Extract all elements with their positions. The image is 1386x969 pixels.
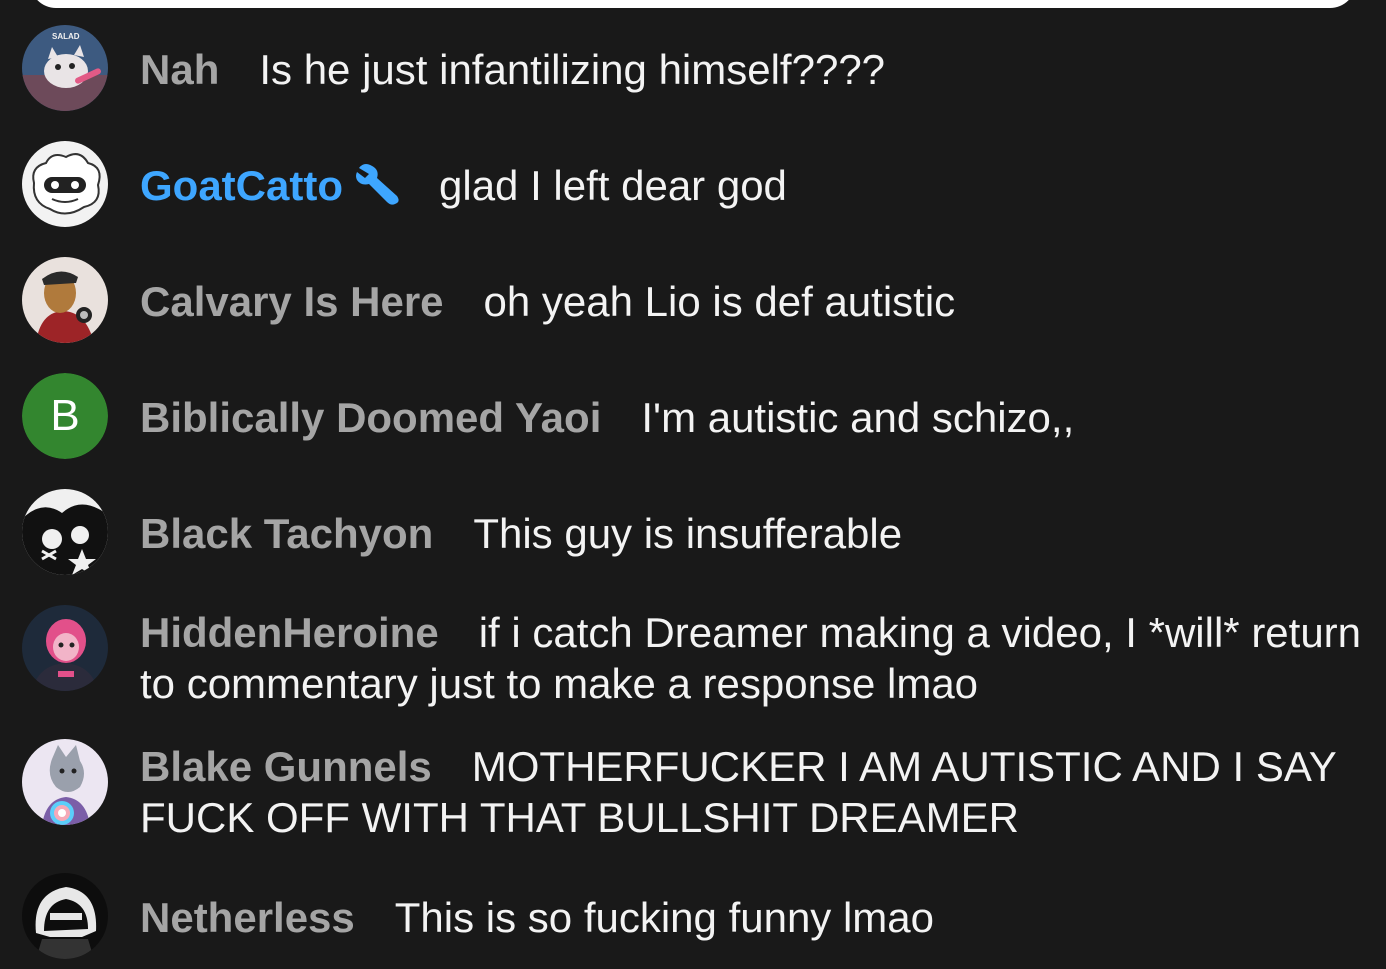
furry-character-avatar-icon	[22, 257, 108, 343]
author-name[interactable]: Blake Gunnels	[140, 743, 432, 790]
message-text: I'm autistic and schizo,,	[641, 394, 1075, 441]
avatar[interactable]	[22, 605, 108, 691]
message-text: glad I left dear god	[439, 162, 787, 209]
author-name[interactable]: Calvary Is Here	[140, 278, 444, 325]
author-name[interactable]: Biblically Doomed Yaoi	[140, 394, 601, 441]
kitten-photo-avatar-icon: SALAD	[22, 25, 108, 111]
author-name[interactable]: Netherless	[140, 894, 355, 941]
message-text: oh yeah Lio is def autistic	[483, 278, 956, 325]
avatar[interactable]	[22, 739, 108, 825]
wolf-trans-flag-avatar-icon	[22, 739, 108, 825]
avatar[interactable]	[22, 141, 108, 227]
previous-panel-edge	[30, 0, 1356, 8]
avatar[interactable]: B	[22, 373, 108, 459]
wrench-icon	[353, 162, 401, 217]
avatar[interactable]	[22, 873, 108, 959]
author-name[interactable]: GoatCatto	[140, 162, 343, 209]
message-text: This guy is insufferable	[473, 510, 903, 557]
author-name[interactable]: Nah	[140, 46, 219, 93]
author-name[interactable]: Black Tachyon	[140, 510, 433, 557]
svg-text:SALAD: SALAD	[52, 32, 80, 41]
avatar[interactable]	[22, 489, 108, 575]
pink-hair-character-avatar-icon	[22, 605, 108, 691]
avatar[interactable]: SALAD	[22, 25, 108, 111]
cartoon-goat-avatar-icon	[22, 141, 108, 227]
author-name[interactable]: HiddenHeroine	[140, 609, 439, 656]
avatar[interactable]	[22, 257, 108, 343]
hooded-figure-avatar-icon	[22, 873, 108, 959]
letter-avatar: B	[22, 373, 108, 459]
message-text: This is so fucking funny lmao	[394, 894, 935, 941]
monochrome-art-avatar-icon	[22, 489, 108, 575]
message-text: Is he just infantilizing himself????	[259, 46, 886, 93]
